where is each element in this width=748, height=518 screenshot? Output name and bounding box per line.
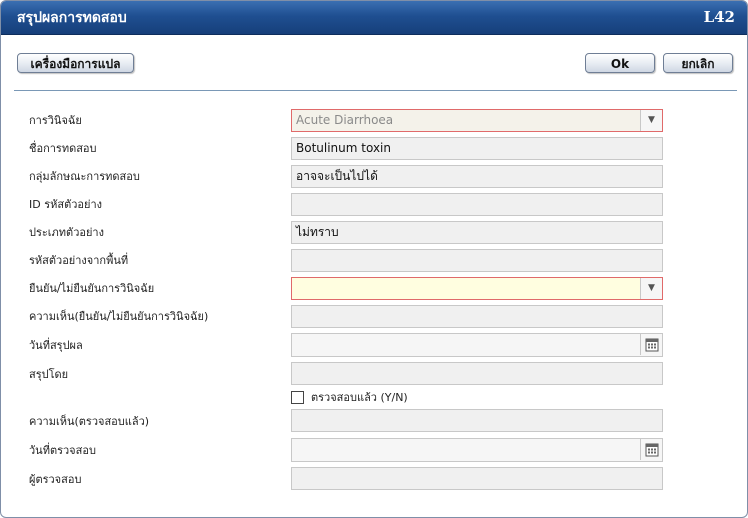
sample-type-label: ประเภทตัวอย่าง [29,226,104,239]
test-group-field[interactable]: อาจจะเป็นไปได้ [291,165,663,188]
summary-date-field[interactable] [291,333,663,357]
translation-tool-button[interactable]: เครื่องมือการแปล [17,53,134,73]
confirm-comment-label: ความเห็น(ยืนยัน/ไม่ยืนยันการวินิจฉัย) [29,310,209,323]
verifier-field[interactable] [291,467,663,490]
local-sample-code-label: รหัสตัวอย่างจากพื้นที่ [29,254,129,267]
verifier-label: ผู้ตรวจสอบ [29,473,82,486]
diagnosis-select[interactable]: Acute Diarrhoea ▼ [291,109,663,132]
test-name-field[interactable]: Botulinum toxin [291,137,663,160]
diagnosis-label: การวินิจฉัย [29,114,82,127]
title-bar[interactable]: สรุปผลการทดสอบ L42 [1,1,747,35]
summary-date-label: วันที่สรุปผล [29,339,83,352]
local-sample-code-field[interactable] [291,249,663,272]
triangle-down-icon[interactable]: ▼ [640,278,662,299]
summarized-by-field[interactable] [291,362,663,385]
diagnosis-value: Acute Diarrhoea [296,113,394,127]
dialog-code: L42 [703,8,735,26]
verify-date-field[interactable] [291,438,663,462]
verify-comment-label: ความเห็น(ตรวจสอบแล้ว) [29,415,150,428]
test-name-label: ชื่อการทดสอบ [29,142,97,155]
sample-type-field[interactable]: ไม่ทราบ [291,221,663,244]
sample-id-label: ID รหัสตัวอย่าง [29,198,103,211]
confirm-comment-field[interactable] [291,305,663,328]
ok-button[interactable]: Ok [585,53,655,73]
confirm-diagnosis-select[interactable]: ▼ [291,277,663,300]
verified-checkbox-label: ตรวจสอบแล้ว (Y/N) [311,391,408,404]
summarized-by-label: สรุปโดย [29,368,69,381]
test-summary-dialog: สรุปผลการทดสอบ L42 เครื่องมือการแปล Ok ย… [0,0,748,518]
calendar-icon[interactable] [640,334,662,355]
sample-id-field[interactable] [291,193,663,216]
calendar-icon[interactable] [640,439,662,460]
verified-checkbox[interactable] [291,391,304,404]
verify-comment-field[interactable] [291,409,663,432]
verify-date-label: วันที่ตรวจสอบ [29,444,96,457]
header-divider [14,90,737,91]
cancel-button[interactable]: ยกเลิก [663,53,733,73]
triangle-down-icon[interactable]: ▼ [640,110,662,131]
dialog-title: สรุปผลการทดสอบ [17,10,127,26]
test-group-label: กลุ่มลักษณะการทดสอบ [29,170,140,183]
confirm-diagnosis-label: ยืนยัน/ไม่ยืนยันการวินิจฉัย [29,282,155,295]
